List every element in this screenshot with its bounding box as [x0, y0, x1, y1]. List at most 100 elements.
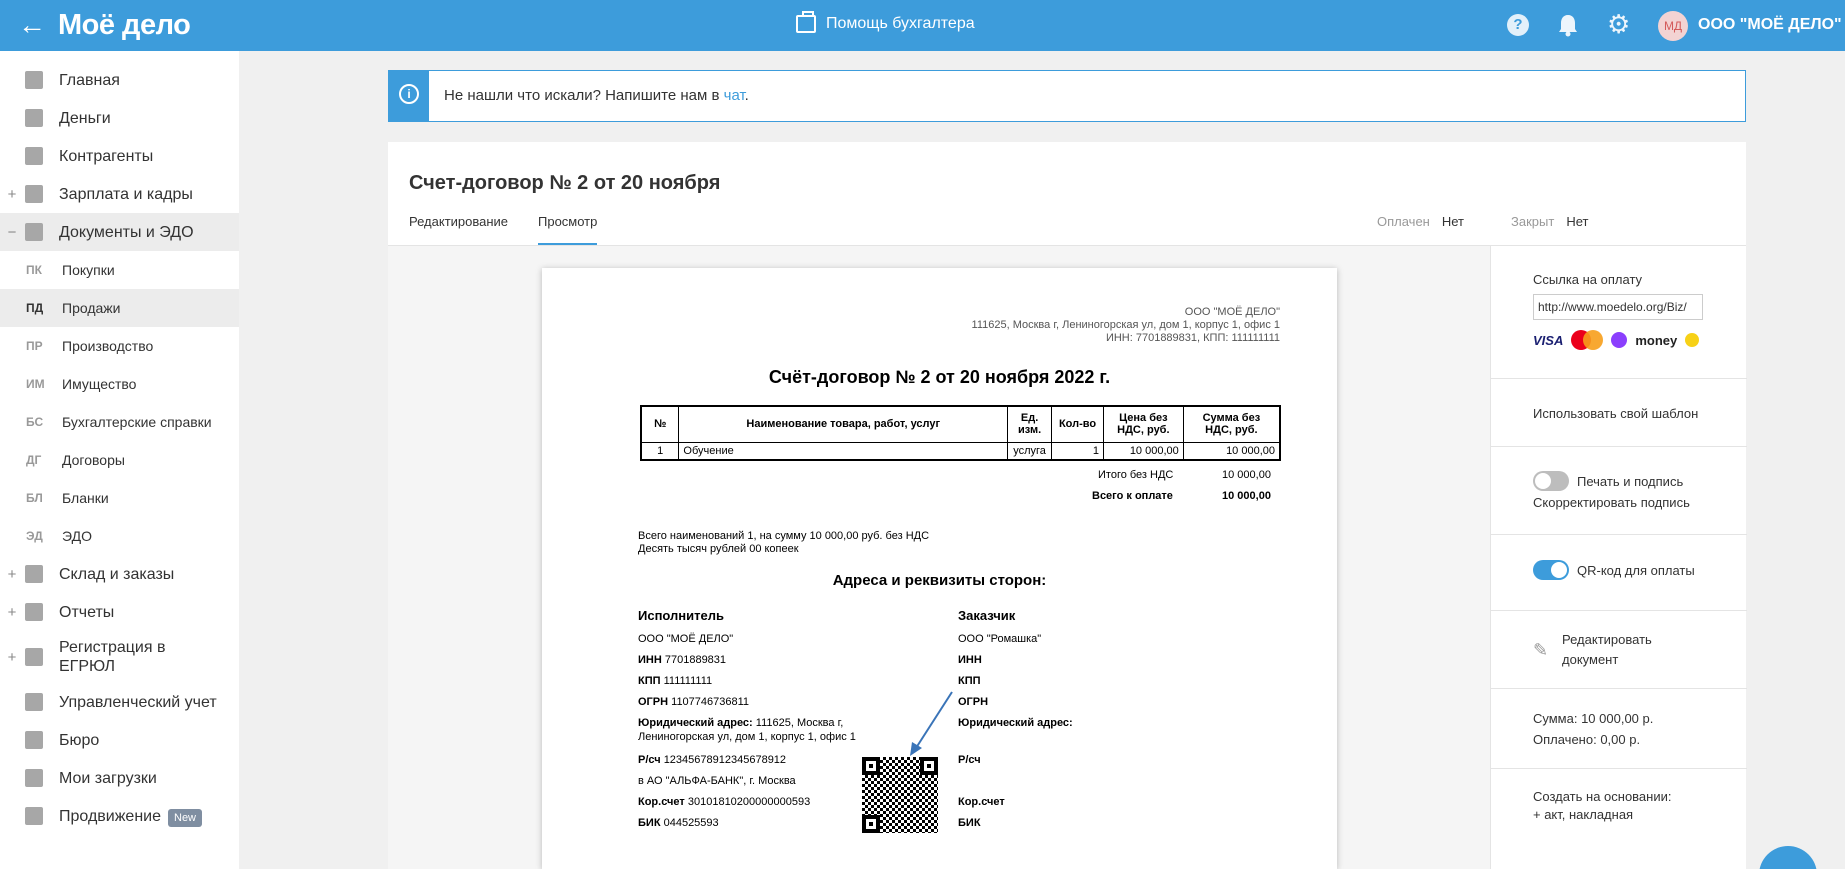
bik-label: БИК [638, 817, 661, 829]
chat-fab-button[interactable] [1759, 846, 1817, 869]
use-template-link[interactable]: Использовать свой шаблон [1533, 406, 1698, 421]
edit-link-line2: документ [1562, 652, 1619, 667]
executor-bank: в АО "АЛЬФА-БАНК", г. Москва [638, 775, 796, 787]
tab-preview[interactable]: Просмотр [538, 214, 598, 246]
home-icon [25, 71, 43, 89]
cell: 1 [640, 441, 680, 460]
sidebar-item-label: Документы и ЭДО [59, 223, 194, 241]
sidebar-item-documents[interactable]: − Документы и ЭДО [0, 213, 239, 251]
question-icon[interactable]: ? [1507, 14, 1529, 36]
col-header: Наименование товара, работ, услуг [678, 405, 1009, 443]
gear-icon[interactable]: ⚙ [1607, 11, 1630, 37]
company-name[interactable]: ООО "МОЁ ДЕЛО" [1698, 15, 1842, 35]
seller-header: ООО "МОЁ ДЕЛО" 111625, Москва г, Лениног… [972, 306, 1280, 345]
subitem-abbr: БС [26, 415, 44, 429]
print-sign-label: Печать и подпись [1577, 474, 1684, 489]
subitem-abbr: ДГ [26, 453, 42, 467]
sidebar-subitem-sales[interactable]: ПД Продажи [0, 289, 239, 327]
management-icon [25, 693, 43, 711]
sidebar-item-registration[interactable]: + Регистрация в ЕГРЮЛ [0, 631, 239, 683]
create-section: Создать на основании: + акт, накладная [1491, 769, 1747, 869]
sidebar-item-label: Деньги [59, 109, 111, 127]
sidebar-subitem-accounting-notes[interactable]: БС Бухгалтерские справки [0, 403, 239, 441]
addresses-title: Адреса и реквизиты сторон: [832, 572, 1047, 589]
address-line1: 111625, Москва г, [755, 717, 844, 729]
edit-link-line1: Редактировать [1562, 632, 1652, 647]
expand-icon[interactable]: + [7, 566, 17, 583]
subitem-abbr: ИМ [26, 377, 45, 391]
download-icon [25, 769, 43, 787]
subitem-abbr: ПД [26, 301, 44, 315]
app-logo[interactable]: Моё дело [58, 8, 191, 42]
address-label: Юридический адрес: [638, 717, 753, 729]
expand-icon[interactable]: + [7, 649, 17, 666]
corr-label: Кор.счет [638, 796, 685, 808]
sidebar-subitem-contracts[interactable]: ДГ Договоры [0, 441, 239, 479]
sidebar-item-home[interactable]: Главная [0, 61, 239, 99]
qr-toggle[interactable] [1533, 560, 1569, 580]
ogrn-label: ОГРН [638, 696, 669, 708]
sidebar-subitem-edo[interactable]: ЭД ЭДО [0, 517, 239, 555]
sum-section: Сумма: 10 000,00 р. Оплачено: 0,00 р. [1491, 689, 1747, 769]
banner-suffix: . [744, 87, 749, 104]
sidebar-item-management[interactable]: Управленческий учет [0, 683, 239, 721]
tab-edit[interactable]: Редактирование [409, 214, 508, 243]
banner-text: Не нашли что искали? Напишите нам в чат. [444, 87, 749, 104]
avatar[interactable]: МД [1658, 11, 1688, 41]
executor-name: ООО "МОЁ ДЕЛО" [638, 633, 734, 645]
sidebar-item-warehouse[interactable]: + Склад и заказы [0, 555, 239, 593]
sidebar-subitem-production[interactable]: ПР Производство [0, 327, 239, 365]
signature-section: Печать и подпись Скорректировать подпись [1491, 447, 1747, 535]
sidebar-item-downloads[interactable]: Мои загрузки [0, 759, 239, 797]
chat-link[interactable]: чат [724, 87, 745, 104]
sidebar-subitem-property[interactable]: ИМ Имущество [0, 365, 239, 403]
correct-signature-link[interactable]: Скорректировать подпись [1533, 495, 1690, 510]
back-arrow-icon[interactable]: ← [18, 10, 46, 40]
amount-in-words: Всего наименований 1, на сумму 10 000,00… [638, 530, 929, 556]
coin-icon [1685, 333, 1700, 347]
print-sign-toggle[interactable] [1533, 471, 1569, 491]
accountant-help-button[interactable]: Помощь бухгалтера [796, 11, 975, 35]
col-header: Сумма без НДС, руб. [1182, 405, 1281, 443]
reports-icon [25, 603, 43, 621]
sidebar-item-money[interactable]: Деньги [0, 99, 239, 137]
sidebar-item-label: Бюро [59, 731, 100, 749]
sidebar-item-reports[interactable]: + Отчеты [0, 593, 239, 631]
sidebar: Главная Деньги Контрагенты + Зарплата и … [0, 51, 239, 869]
qr-label: QR-код для оплаты [1577, 563, 1695, 578]
create-based-link[interactable]: + акт, накладная [1533, 807, 1633, 822]
payment-logos: VISA money [1533, 330, 1700, 350]
payment-link-section: Ссылка на оплату VISA money [1491, 246, 1747, 379]
sidebar-item-contractors[interactable]: Контрагенты [0, 137, 239, 175]
banner-message: Не нашли что искали? Напишите нам в [444, 87, 724, 104]
bell-icon[interactable] [1557, 13, 1579, 37]
edit-document-link[interactable]: Редактировать документ [1562, 630, 1652, 670]
collapse-icon[interactable]: − [7, 224, 17, 241]
amount-text: Десять тысяч рублей 00 копеек [638, 543, 799, 555]
info-banner: i Не нашли что искали? Напишите нам в ча… [388, 70, 1746, 122]
create-based-label: Создать на основании: [1533, 789, 1672, 804]
subitem-label: ЭДО [62, 528, 92, 544]
sidebar-item-salary[interactable]: + Зарплата и кадры [0, 175, 239, 213]
sidebar-item-promotion[interactable]: Продвижение New [0, 797, 239, 835]
expand-icon[interactable]: + [7, 186, 17, 203]
document-preview: ООО "МОЁ ДЕЛО" 111625, Москва г, Лениног… [542, 268, 1337, 869]
promotion-icon [25, 807, 43, 825]
sidebar-item-bureau[interactable]: Бюро [0, 721, 239, 759]
payment-link-input[interactable] [1533, 294, 1703, 320]
sidebar-item-label: Контрагенты [59, 147, 154, 165]
document-title: Счёт-договор № 2 от 20 ноября 2022 г. [768, 367, 1111, 387]
account-value: 12345678912345678912 [663, 754, 787, 766]
ogrn-value: 1107746736811 [671, 696, 750, 708]
seller-address: 111625, Москва г, Лениногорская ул, дом … [971, 319, 1280, 331]
sidebar-subitem-purchases[interactable]: ПК Покупки [0, 251, 239, 289]
briefcase-icon [796, 11, 816, 33]
sidebar-subitem-blanks[interactable]: БЛ Бланки [0, 479, 239, 517]
info-icon: i [399, 84, 419, 104]
expand-icon[interactable]: + [7, 604, 17, 621]
customer-bik-label: БИК [958, 817, 981, 829]
sidebar-item-label: Склад и заказы [59, 565, 175, 583]
customer-ogrn-label: ОГРН [958, 696, 989, 708]
document-panel: Счет-договор № 2 от 20 ноября Редактиров… [388, 142, 1747, 869]
executor-inn: ИНН 7701889831 [638, 653, 726, 667]
